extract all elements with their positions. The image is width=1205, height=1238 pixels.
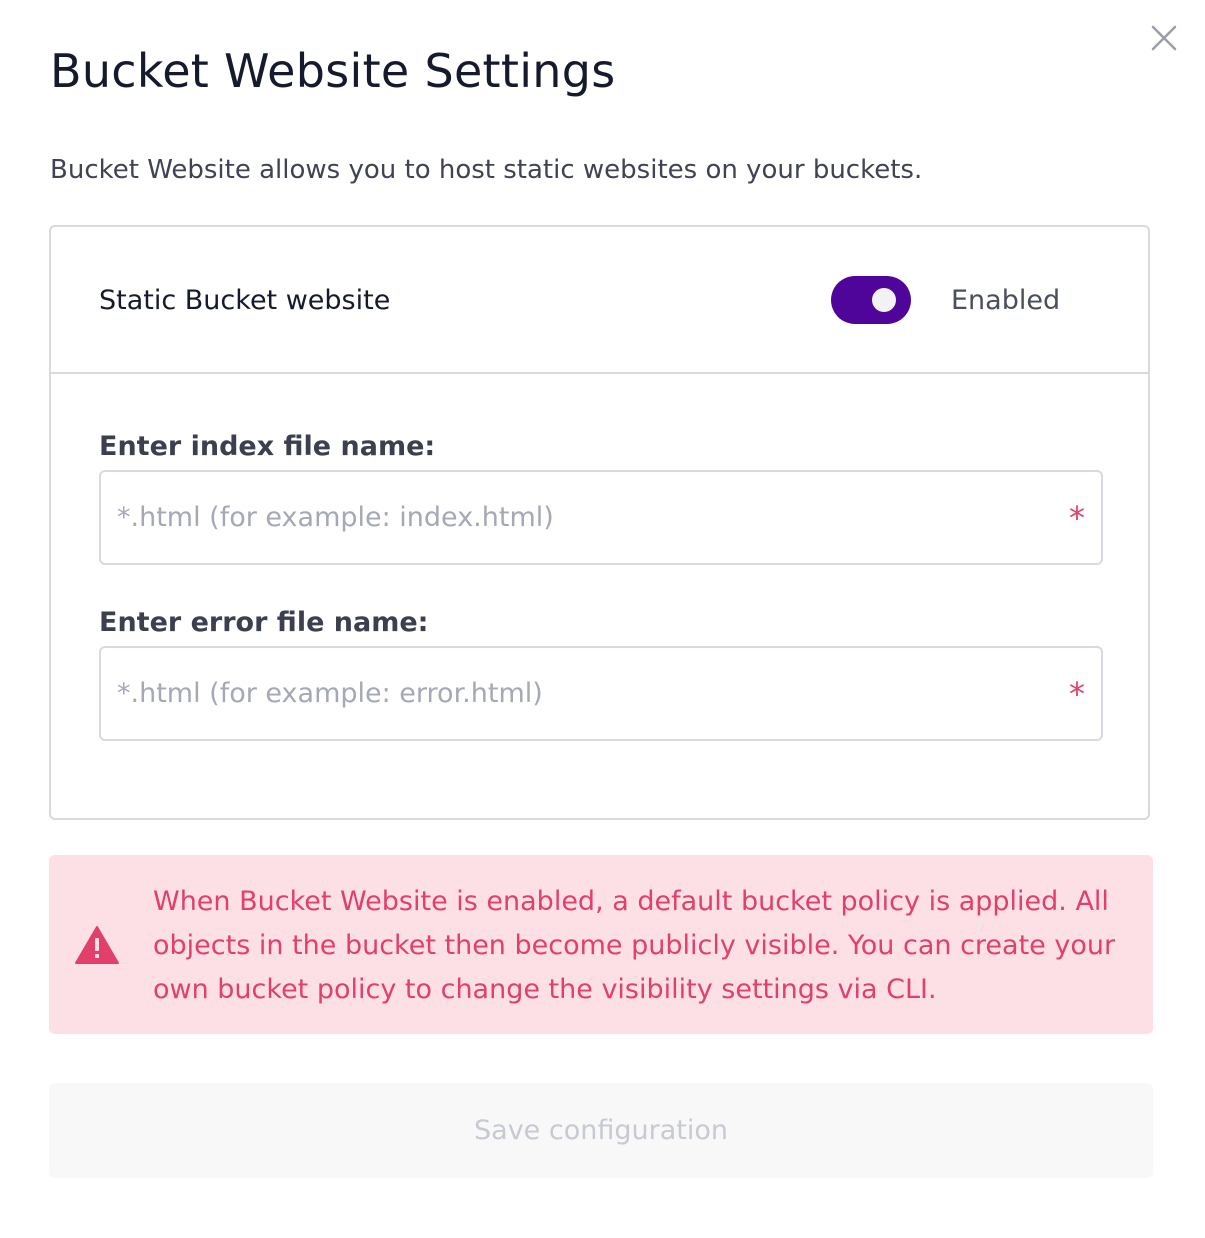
toggle-state-label: Enabled [951, 285, 1061, 316]
card-header: Static Bucket website Enabled [51, 227, 1148, 374]
index-required-mark: * [1069, 499, 1085, 537]
index-file-label: Enter index file name: [99, 431, 436, 462]
static-website-card: Static Bucket website Enabled Enter inde… [49, 225, 1150, 820]
index-file-input[interactable] [117, 472, 1037, 563]
dialog-description: Bucket Website allows you to host static… [50, 155, 923, 185]
static-website-label: Static Bucket website [99, 285, 391, 316]
error-file-label: Enter error file name: [99, 607, 429, 638]
policy-warning-alert: When Bucket Website is enabled, a defaul… [49, 855, 1153, 1034]
warning-triangle-icon [75, 926, 119, 964]
toggle-knob [872, 288, 896, 312]
error-required-mark: * [1069, 675, 1085, 713]
static-website-toggle[interactable] [831, 276, 911, 324]
policy-warning-text: When Bucket Website is enabled, a defaul… [153, 886, 1116, 1005]
error-file-input[interactable] [117, 648, 1037, 739]
close-button[interactable] [1146, 20, 1182, 56]
save-configuration-button[interactable]: Save configuration [49, 1083, 1153, 1178]
error-file-field[interactable]: * [99, 646, 1103, 741]
close-icon [1151, 25, 1177, 51]
dialog-title: Bucket Website Settings [50, 44, 616, 98]
index-file-field[interactable]: * [99, 470, 1103, 565]
